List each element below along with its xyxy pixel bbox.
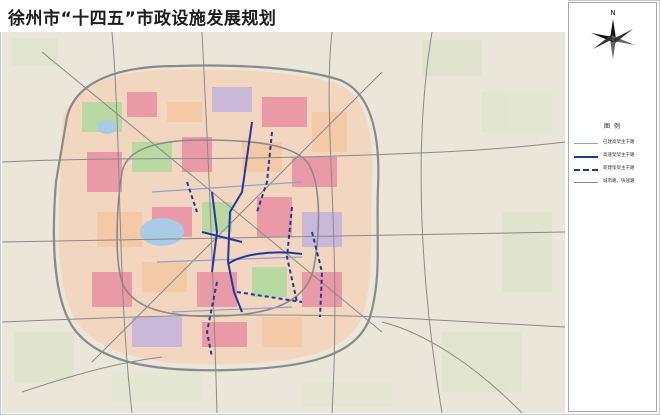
legend-label: 新建架架主干路	[603, 166, 635, 171]
legend-item-new: 新建架架主干路	[569, 164, 656, 176]
legend-swatch-new	[574, 169, 598, 171]
legend-panel: N 图 例 已建高架主干路 高速架架主干路 新建架架主干路 城市路、快速路	[568, 2, 657, 412]
legend-label: 高速架架主干路	[603, 153, 635, 158]
legend-label: 已建高架主干路	[603, 140, 635, 145]
legend-swatch-road	[574, 182, 598, 183]
map-svg	[2, 32, 565, 413]
legend-swatch-existing	[574, 143, 598, 144]
title-band: 徐州市“十四五”市政设施发展规划	[0, 0, 568, 32]
compass-rose-icon	[591, 19, 635, 59]
map-canvas[interactable]	[2, 32, 565, 413]
legend-item-existing: 已建高架主干路	[569, 138, 656, 150]
map-title: 徐州市“十四五”市政设施发展规划	[8, 9, 277, 29]
north-arrow: N	[583, 9, 643, 69]
legend-label: 城市路、快速路	[603, 179, 635, 184]
legend-title: 图 例	[604, 123, 621, 130]
legend-swatch-built	[574, 156, 598, 158]
legend-item-road: 城市路、快速路	[569, 177, 656, 189]
north-label: N	[610, 9, 616, 17]
legend-item-built: 高速架架主干路	[569, 151, 656, 163]
legend: 图 例 已建高架主干路 高速架架主干路 新建架架主干路 城市路、快速路	[569, 121, 656, 190]
